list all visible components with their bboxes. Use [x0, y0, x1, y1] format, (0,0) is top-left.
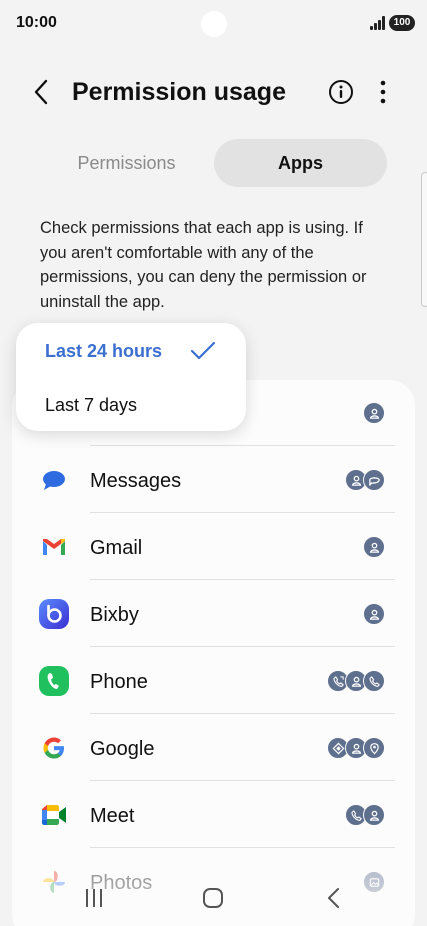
- home-button[interactable]: [193, 882, 233, 914]
- list-item[interactable]: Gmail: [12, 514, 415, 580]
- filter-option-last-7-days[interactable]: Last 7 days: [45, 393, 137, 417]
- navigation-bar: [0, 870, 427, 926]
- list-item[interactable]: Phone: [12, 648, 415, 714]
- recent-apps-icon: [86, 889, 102, 907]
- scrollbar-handle[interactable]: [421, 172, 427, 307]
- location-icon: [363, 737, 385, 759]
- check-icon: [190, 340, 216, 362]
- permission-icons: [345, 469, 385, 491]
- gmail-app-icon: [38, 531, 70, 563]
- permission-icons: [363, 603, 385, 625]
- google-app-icon: [38, 732, 70, 764]
- app-name: Google: [90, 738, 155, 760]
- list-item[interactable]: Messages: [12, 447, 415, 513]
- list-item[interactable]: Bixby: [12, 581, 415, 647]
- app-name: Gmail: [90, 537, 143, 559]
- app-name: Messages: [90, 470, 182, 492]
- tab-apps[interactable]: Apps: [214, 139, 387, 187]
- page-title: Permission usage: [72, 78, 286, 106]
- camera-cutout: [201, 11, 227, 37]
- permission-icons: [363, 402, 385, 424]
- description-text: Check permissions that each app is using…: [40, 219, 367, 311]
- permission-icons: [363, 536, 385, 558]
- filter-option-last-24-hours[interactable]: Last 24 hours: [45, 339, 162, 363]
- info-button[interactable]: [328, 79, 354, 105]
- phone-app-icon: [38, 665, 70, 697]
- signal-icon: [370, 16, 386, 30]
- meet-app-icon: [38, 799, 70, 831]
- app-name: Phone: [90, 671, 148, 693]
- tab-permissions[interactable]: Permissions: [40, 139, 213, 187]
- permission-icons: [327, 737, 385, 759]
- permission-icons: [327, 670, 385, 692]
- phone-icon: [363, 670, 385, 692]
- more-options-button[interactable]: [372, 79, 394, 105]
- contacts-icon: [363, 804, 385, 826]
- list-item[interactable]: Meet: [12, 782, 415, 848]
- back-nav-button[interactable]: [313, 882, 353, 914]
- sms-icon: [363, 469, 385, 491]
- recent-apps-button[interactable]: [74, 882, 114, 914]
- back-button[interactable]: [26, 76, 56, 108]
- battery-icon: 100: [389, 15, 415, 31]
- contacts-icon: [363, 402, 385, 424]
- permission-icons: [345, 804, 385, 826]
- status-bar: 10:00 100: [0, 0, 427, 48]
- contacts-icon: [363, 603, 385, 625]
- chevron-left-icon: [34, 79, 48, 105]
- home-icon: [203, 888, 223, 908]
- time-filter-dropdown: Last 24 hours Last 7 days: [16, 323, 246, 431]
- status-time: 10:00: [16, 14, 57, 31]
- bixby-app-icon: [38, 598, 70, 630]
- messages-app-icon: [38, 464, 70, 496]
- app-name: Bixby: [90, 604, 139, 626]
- app-list: Messages Gmail Bixby Phone Google Meet P…: [12, 380, 415, 926]
- contacts-icon: [363, 536, 385, 558]
- info-icon: [329, 80, 353, 104]
- chevron-left-icon: [328, 888, 339, 908]
- more-vertical-icon: [380, 80, 386, 104]
- list-item[interactable]: Google: [12, 715, 415, 781]
- app-name: Meet: [90, 805, 135, 827]
